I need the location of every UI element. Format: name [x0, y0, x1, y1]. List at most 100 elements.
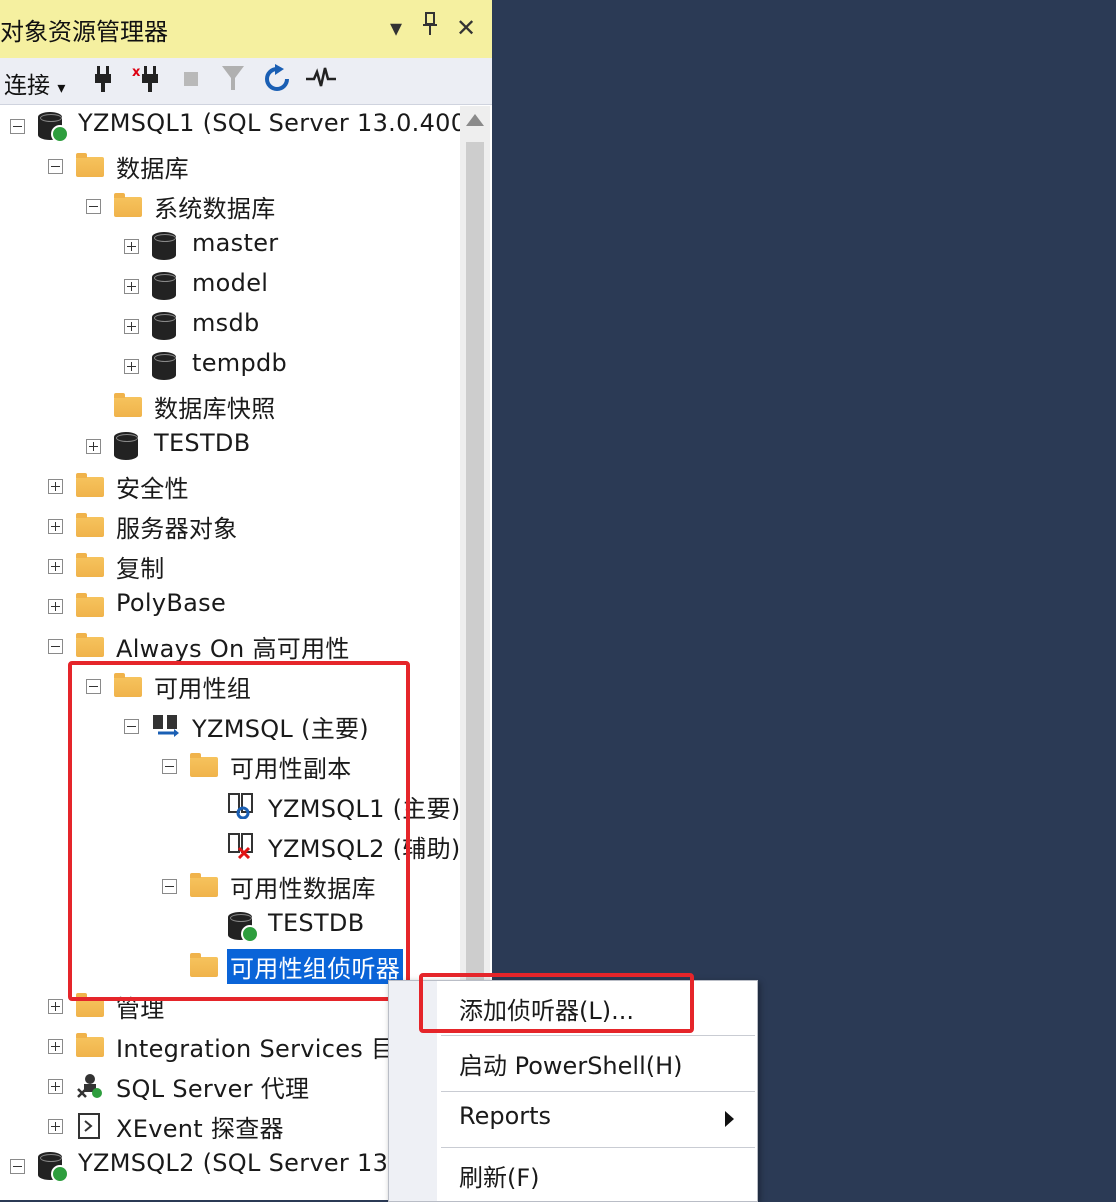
expand-icon[interactable] [48, 999, 63, 1014]
menu-item-reports[interactable]: Reports [459, 1102, 551, 1130]
filter-icon[interactable] [216, 64, 250, 98]
expand-icon[interactable] [48, 1119, 63, 1134]
tree-node[interactable]: msdb [0, 306, 460, 346]
database-icon [152, 312, 176, 340]
tree-node[interactable]: PolyBase [0, 586, 460, 626]
tree-node[interactable]: Always On 高可用性 [0, 626, 460, 666]
expand-icon[interactable] [48, 479, 63, 494]
expand-icon[interactable] [124, 279, 139, 294]
folder-icon [114, 673, 142, 697]
close-icon[interactable]: ✕ [450, 12, 482, 44]
tree-node[interactable]: 系统数据库 [0, 186, 460, 226]
tree-node-label: TESTDB [154, 429, 251, 457]
tree-node[interactable]: 可用性组 [0, 666, 460, 706]
tree-node[interactable]: 可用性副本 [0, 746, 460, 786]
menu-item-start-powershell[interactable]: 启动 PowerShell(H) [459, 1046, 683, 1081]
tree-node[interactable]: YZMSQL (主要) [0, 706, 460, 746]
collapse-icon[interactable] [86, 679, 101, 694]
collapse-icon[interactable] [10, 1159, 25, 1174]
expand-icon[interactable] [124, 239, 139, 254]
tree-node-label: 可用性组 [154, 675, 252, 703]
replica-secondary-error-icon [228, 833, 256, 860]
connect-label: 连接 [4, 73, 50, 99]
tree-node[interactable]: TESTDB [0, 426, 460, 466]
server-icon [38, 1152, 69, 1183]
tree-node[interactable]: model [0, 266, 460, 306]
tree-node-label: YZMSQL2 (辅助) [268, 835, 460, 863]
tree-node[interactable]: tempdb [0, 346, 460, 386]
folder-icon [76, 553, 104, 577]
sql-agent-icon [76, 1073, 104, 1099]
collapse-icon[interactable] [48, 159, 63, 174]
tree-node[interactable]: 安全性 [0, 466, 460, 506]
availability-database-icon [228, 912, 259, 943]
tree-node-label: YZMSQL2 (SQL Server 13.0 [78, 1149, 412, 1177]
tree-node[interactable]: master [0, 226, 460, 266]
tree-node-label: SQL Server 代理 [116, 1075, 310, 1103]
folder-icon [190, 953, 218, 977]
menu-separator [441, 1147, 755, 1148]
stop-icon[interactable] [174, 64, 208, 98]
expand-icon[interactable] [48, 1039, 63, 1054]
folder-icon [76, 153, 104, 177]
tree-node-label: Integration Services 目录 [116, 1035, 420, 1063]
scroll-up-icon[interactable] [466, 114, 484, 126]
scrollbar-thumb[interactable] [466, 142, 484, 1082]
collapse-icon[interactable] [48, 639, 63, 654]
chevron-down-icon: ▾ [57, 78, 66, 97]
expand-icon[interactable] [48, 1079, 63, 1094]
menu-separator [441, 1035, 755, 1036]
folder-icon [190, 753, 218, 777]
panel-title: 对象资源管理器 [0, 18, 168, 46]
expand-icon[interactable] [86, 439, 101, 454]
tree-node-label: YZMSQL1 (SQL Server 13.0.4001 [78, 109, 460, 137]
panel-title-bar: 对象资源管理器 ▾ ✕ [0, 0, 492, 59]
tree-node[interactable]: YZMSQL2 (辅助) [0, 826, 460, 866]
tree-node-label: 可用性副本 [230, 755, 352, 783]
connect-button[interactable]: 连接 ▾ [4, 66, 65, 100]
expand-icon[interactable] [124, 359, 139, 374]
folder-icon [190, 873, 218, 897]
tree-node-label: TESTDB [268, 909, 365, 937]
connect-plug-icon[interactable] [86, 64, 120, 98]
tree-node-label: 安全性 [116, 475, 189, 503]
collapse-icon[interactable] [162, 759, 177, 774]
expand-icon[interactable] [48, 519, 63, 534]
status-running-icon [51, 1165, 69, 1183]
tree-node[interactable]: TESTDB [0, 906, 460, 946]
folder-icon [114, 193, 142, 217]
expand-icon[interactable] [48, 559, 63, 574]
collapse-icon[interactable] [10, 119, 25, 134]
tree-node[interactable]: 数据库 [0, 146, 460, 186]
tree-node[interactable]: 数据库快照 [0, 386, 460, 426]
tree-node-label: 数据库 [116, 155, 189, 183]
tree-node-label: master [192, 229, 279, 257]
refresh-icon[interactable] [260, 64, 294, 98]
availability-group-icon [152, 713, 180, 739]
collapse-icon[interactable] [162, 879, 177, 894]
disconnect-plug-icon[interactable]: x [130, 64, 164, 98]
tree-node-label: YZMSQL1 (主要) [268, 795, 460, 823]
xevent-profiler-icon [76, 1113, 104, 1139]
expand-icon[interactable] [48, 599, 63, 614]
folder-icon [76, 473, 104, 497]
tree-node[interactable]: 复制 [0, 546, 460, 586]
folder-icon [76, 1033, 104, 1057]
activity-monitor-icon[interactable] [304, 64, 338, 98]
database-icon [152, 232, 176, 260]
menu-item-refresh[interactable]: 刷新(F) [459, 1158, 540, 1193]
tree-node-label: tempdb [192, 349, 288, 377]
pin-icon[interactable] [414, 12, 446, 44]
menu-item-add-listener[interactable]: 添加侦听器(L)... [459, 991, 634, 1026]
collapse-icon[interactable] [86, 199, 101, 214]
dropdown-icon[interactable]: ▾ [380, 12, 412, 44]
tree-node[interactable]: 服务器对象 [0, 506, 460, 546]
tree-node[interactable]: 可用性数据库 [0, 866, 460, 906]
tree-node[interactable]: YZMSQL1 (主要) [0, 786, 460, 826]
tree-node-label: Always On 高可用性 [116, 635, 350, 663]
database-icon [152, 352, 176, 380]
tree-node[interactable]: YZMSQL1 (SQL Server 13.0.4001 [0, 106, 460, 146]
expand-icon[interactable] [124, 319, 139, 334]
collapse-icon[interactable] [124, 719, 139, 734]
menu-separator [441, 1091, 755, 1092]
